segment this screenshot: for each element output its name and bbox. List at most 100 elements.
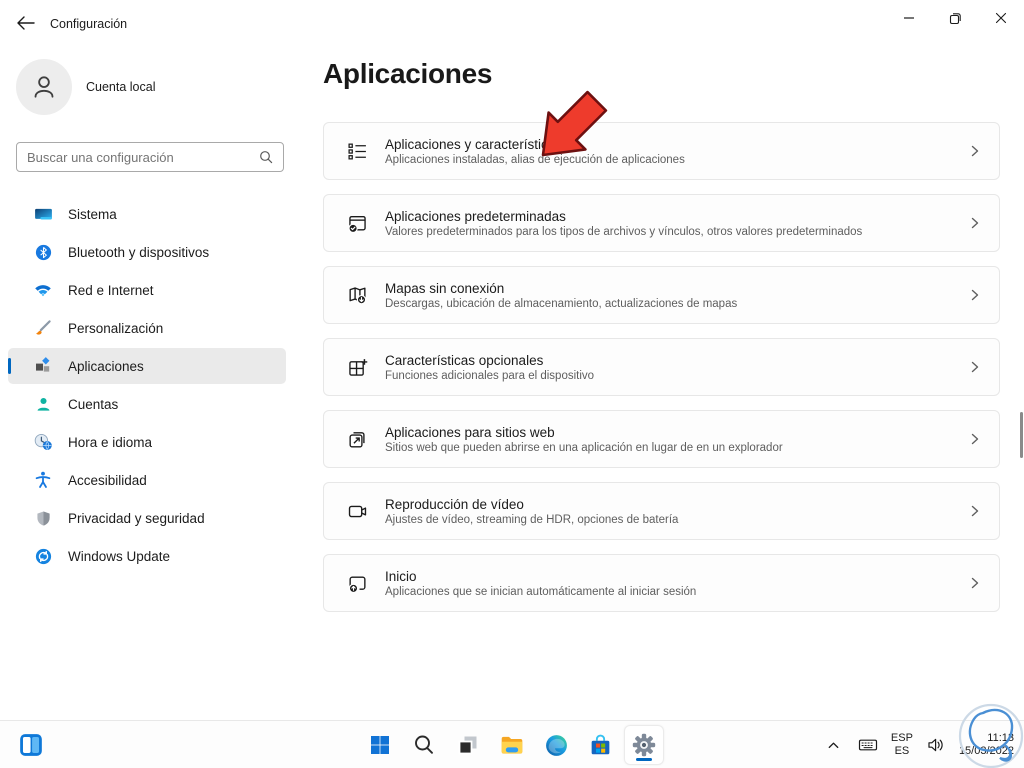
touch-keyboard-button[interactable] xyxy=(854,731,882,759)
start-button[interactable] xyxy=(360,725,400,765)
card-subtitle: Aplicaciones instaladas, alias de ejecuc… xyxy=(385,153,685,166)
sidebar-item-label: Red e Internet xyxy=(68,282,154,298)
sidebar-item-aplicaciones[interactable]: Aplicaciones xyxy=(8,348,286,384)
chevron-right-icon xyxy=(969,504,981,518)
card-title: Inicio xyxy=(385,568,417,584)
card-caracteristicas-opcionales[interactable]: Características opcionales Funciones adi… xyxy=(323,338,1000,396)
task-view-icon xyxy=(458,736,477,755)
offline-maps-icon xyxy=(346,284,368,306)
sidebar-item-cuentas[interactable]: Cuentas xyxy=(8,386,286,422)
card-subtitle: Descargas, ubicación de almacenamiento, … xyxy=(385,297,738,310)
sidebar-item-label: Cuentas xyxy=(68,396,119,412)
sidebar-item-personalizacion[interactable]: Personalización xyxy=(8,310,286,346)
widgets-icon xyxy=(20,734,42,756)
card-subtitle: Ajustes de vídeo, streaming de HDR, opci… xyxy=(385,513,679,526)
file-explorer-button[interactable] xyxy=(492,725,532,765)
sidebar-item-sistema[interactable]: Sistema xyxy=(8,196,286,232)
widgets-button[interactable] xyxy=(14,728,48,762)
scrollbar-thumb[interactable] xyxy=(1020,412,1023,458)
close-button[interactable] xyxy=(978,0,1024,36)
accessibility-icon xyxy=(32,469,54,491)
avatar xyxy=(16,59,72,115)
network-wifi-icon xyxy=(32,279,54,301)
card-inicio[interactable]: Inicio Aplicaciones que se inician autom… xyxy=(323,554,1000,612)
settings-taskbar-button[interactable] xyxy=(624,725,664,765)
chevron-right-icon xyxy=(969,360,981,374)
sidebar-item-accesibilidad[interactable]: Accesibilidad xyxy=(8,462,286,498)
minimize-button[interactable] xyxy=(886,0,932,36)
settings-window: Configuración Cuenta local Buscar una co… xyxy=(0,0,1024,768)
sidebar-item-label: Aplicaciones xyxy=(68,358,144,374)
search-box[interactable] xyxy=(16,142,284,172)
card-title: Características opcionales xyxy=(385,352,544,368)
chevron-right-icon xyxy=(969,432,981,446)
sidebar: Cuenta local Sistema Bluetooth y disposi… xyxy=(0,40,300,720)
minimize-icon xyxy=(904,17,914,19)
card-subtitle: Aplicaciones que se inician automáticame… xyxy=(385,585,697,598)
language-line1: ESP xyxy=(890,732,913,744)
sidebar-item-bluetooth-y-dispositivos[interactable]: Bluetooth y dispositivos xyxy=(8,234,286,270)
search-icon[interactable] xyxy=(259,150,273,164)
edge-icon xyxy=(545,734,567,756)
windows-update-icon xyxy=(32,545,54,567)
card-aplicaciones-predeterminadas[interactable]: Aplicaciones predeterminadas Valores pre… xyxy=(323,194,1000,252)
sidebar-item-windows-update[interactable]: Windows Update xyxy=(8,538,286,574)
file-explorer-icon xyxy=(501,736,523,754)
tray-chevron-up-button[interactable] xyxy=(822,734,845,757)
bluetooth-icon xyxy=(32,241,54,263)
chevron-up-icon xyxy=(828,742,839,748)
back-button[interactable] xyxy=(14,14,38,34)
close-icon xyxy=(995,12,1007,24)
card-title: Aplicaciones predeterminadas xyxy=(385,208,566,224)
search-input[interactable] xyxy=(17,149,259,165)
system-icon xyxy=(32,203,54,225)
sidebar-item-red-e-internet[interactable]: Red e Internet xyxy=(8,272,286,308)
search-icon xyxy=(415,735,433,754)
chevron-right-icon xyxy=(969,144,981,158)
video-playback-icon xyxy=(346,500,368,522)
sidebar-item-hora-e-idioma[interactable]: Hora e idioma xyxy=(8,424,286,460)
card-mapas-sin-conexion[interactable]: Mapas sin conexión Descargas, ubicación … xyxy=(323,266,1000,324)
card-reproduccion-de-video[interactable]: Reproducción de vídeo Ajustes de vídeo, … xyxy=(323,482,1000,540)
settings-gear-icon xyxy=(632,733,656,757)
card-title: Reproducción de vídeo xyxy=(385,496,524,512)
time-language-icon xyxy=(32,431,54,453)
clock-time: 11:13 xyxy=(987,732,1014,744)
page-title: Aplicaciones xyxy=(323,58,493,89)
sidebar-item-label: Windows Update xyxy=(68,548,171,564)
restore-button[interactable] xyxy=(932,0,978,36)
sidebar-item-privacidad-y-seguridad[interactable]: Privacidad y seguridad xyxy=(8,500,286,536)
windows-start-icon xyxy=(371,736,389,754)
account-row[interactable]: Cuenta local xyxy=(16,59,156,115)
startup-icon xyxy=(346,572,368,594)
chevron-right-icon xyxy=(969,216,981,230)
clock[interactable]: 11:13 15/03/2022 xyxy=(959,732,1018,758)
card-aplicaciones-para-sitios-web[interactable]: Aplicaciones para sitios web Sitios web … xyxy=(323,410,1000,468)
edge-button[interactable] xyxy=(536,725,576,765)
search-taskbar-button[interactable] xyxy=(404,725,444,765)
card-subtitle: Sitios web que pueden abrirse en una apl… xyxy=(385,441,783,454)
sidebar-item-label: Hora e idioma xyxy=(68,434,153,450)
person-icon xyxy=(34,76,54,98)
volume-button[interactable] xyxy=(922,731,950,759)
back-arrow-icon xyxy=(17,15,35,30)
sidebar-item-label: Bluetooth y dispositivos xyxy=(68,244,210,260)
microsoft-store-button[interactable] xyxy=(580,725,620,765)
chevron-right-icon xyxy=(969,288,981,302)
default-apps-icon xyxy=(346,212,368,234)
privacy-shield-icon xyxy=(32,507,54,529)
apps-for-websites-icon xyxy=(346,428,368,450)
card-title: Aplicaciones y características xyxy=(385,136,563,152)
language-indicator[interactable]: ESP ES xyxy=(891,732,913,758)
clock-date: 15/03/2022 xyxy=(958,745,1014,757)
language-line2: ES xyxy=(894,745,910,757)
card-aplicaciones-y-caracteristicas[interactable]: Aplicaciones y características Aplicacio… xyxy=(323,122,1000,180)
system-tray: ESP ES 11:13 15/03/2022 xyxy=(822,721,1018,768)
window-controls xyxy=(886,0,1024,36)
task-view-button[interactable] xyxy=(448,725,488,765)
apps-features-icon xyxy=(346,140,368,162)
apps-icon xyxy=(32,355,54,377)
titlebar: Configuración xyxy=(0,0,1024,40)
taskbar-center xyxy=(360,725,664,765)
selected-indicator xyxy=(8,358,11,374)
